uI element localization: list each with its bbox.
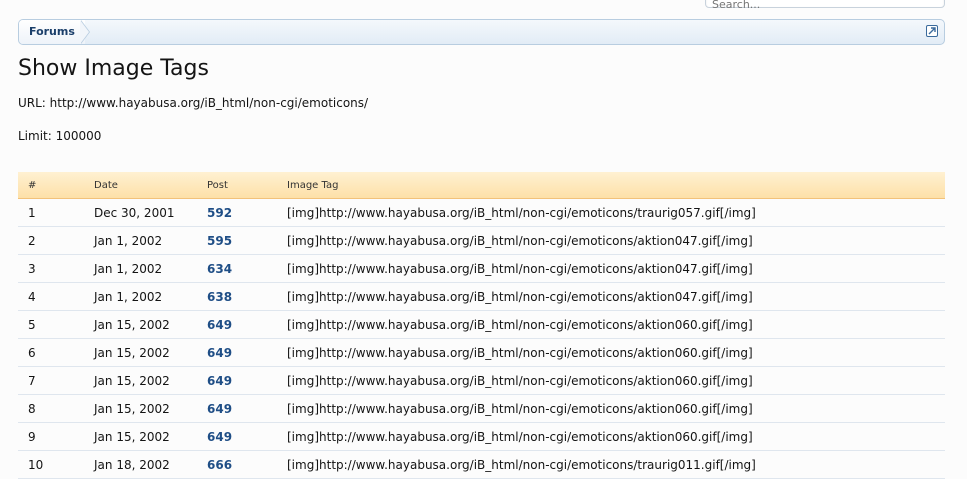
row-image-tag: [img]http://www.hayabusa.org/iB_html/non… <box>287 338 945 367</box>
row-image-tag: [img]http://www.hayabusa.org/iB_html/non… <box>287 310 945 339</box>
row-date: Jan 1, 2002 <box>94 226 207 255</box>
row-date: Jan 15, 2002 <box>94 422 207 451</box>
url-line: URL: http://www.hayabusa.org/iB_html/non… <box>18 96 369 110</box>
breadcrumb-separator-inner <box>80 20 89 44</box>
post-link[interactable]: 638 <box>207 290 232 304</box>
table-row: 5 Jan 15, 2002 649 [img]http://www.hayabusa… <box>18 310 945 339</box>
table-row: 3 Jan 1, 2002 634 [img]http://www.hayabusa.… <box>18 254 945 283</box>
post-link[interactable]: 595 <box>207 234 232 248</box>
row-post-cell: 649 <box>207 366 287 395</box>
popout-icon[interactable] <box>926 25 938 37</box>
row-post-cell: 649 <box>207 338 287 367</box>
column-header-date: Date <box>94 172 207 199</box>
row-image-tag: [img]http://www.hayabusa.org/iB_html/non… <box>287 422 945 451</box>
row-number: 6 <box>18 338 94 367</box>
search-input[interactable] <box>706 0 944 12</box>
table-row: 4 Jan 1, 2002 638 [img]http://www.hayabusa.… <box>18 282 945 311</box>
row-post-cell: 649 <box>207 422 287 451</box>
column-header-num: # <box>18 172 94 199</box>
row-number: 9 <box>18 422 94 451</box>
image-tags-table: # Date Post Image Tag 1 Dec 30, 2001 592 [i… <box>18 172 945 479</box>
row-image-tag: [img]http://www.hayabusa.org/iB_html/non… <box>287 366 945 395</box>
row-number: 1 <box>18 198 94 227</box>
row-date: Dec 30, 2001 <box>94 198 207 227</box>
row-post-cell: 666 <box>207 450 287 479</box>
row-number: 7 <box>18 366 94 395</box>
post-link[interactable]: 592 <box>207 206 232 220</box>
row-post-cell: 649 <box>207 310 287 339</box>
row-date: Jan 15, 2002 <box>94 338 207 367</box>
table-row: 9 Jan 15, 2002 649 [img]http://www.hayabusa… <box>18 422 945 451</box>
table-row: 2 Jan 1, 2002 595 [img]http://www.hayabusa.… <box>18 226 945 255</box>
row-image-tag: [img]http://www.hayabusa.org/iB_html/non… <box>287 282 945 311</box>
column-header-post: Post <box>207 172 287 199</box>
row-post-cell: 595 <box>207 226 287 255</box>
table-row: 8 Jan 15, 2002 649 [img]http://www.hayabusa… <box>18 394 945 423</box>
table-row: 7 Jan 15, 2002 649 [img]http://www.hayabusa… <box>18 366 945 395</box>
row-date: Jan 1, 2002 <box>94 282 207 311</box>
row-post-cell: 649 <box>207 394 287 423</box>
row-post-cell: 634 <box>207 254 287 283</box>
post-link[interactable]: 649 <box>207 346 232 360</box>
page-title: Show Image Tags <box>18 56 209 81</box>
row-number: 2 <box>18 226 94 255</box>
post-link[interactable]: 649 <box>207 374 232 388</box>
table-header-row: # Date Post Image Tag <box>18 172 945 199</box>
row-number: 3 <box>18 254 94 283</box>
row-date: Jan 15, 2002 <box>94 394 207 423</box>
breadcrumb: Forums <box>18 19 945 45</box>
post-link[interactable]: 666 <box>207 458 232 472</box>
post-link[interactable]: 634 <box>207 262 232 276</box>
post-link[interactable]: 649 <box>207 402 232 416</box>
table-row: 6 Jan 15, 2002 649 [img]http://www.hayabusa… <box>18 338 945 367</box>
limit-line: Limit: 100000 <box>18 129 102 143</box>
row-date: Jan 15, 2002 <box>94 310 207 339</box>
post-link[interactable]: 649 <box>207 430 232 444</box>
column-header-image-tag: Image Tag <box>287 172 945 199</box>
row-number: 10 <box>18 450 94 479</box>
row-number: 8 <box>18 394 94 423</box>
table-row: 1 Dec 30, 2001 592 [img]http://www.hayabusa… <box>18 198 945 227</box>
row-image-tag: [img]http://www.hayabusa.org/iB_html/non… <box>287 394 945 423</box>
breadcrumb-item-forums[interactable]: Forums <box>19 20 85 44</box>
row-post-cell: 638 <box>207 282 287 311</box>
row-post-cell: 592 <box>207 198 287 227</box>
row-date: Jan 1, 2002 <box>94 254 207 283</box>
row-number: 4 <box>18 282 94 311</box>
post-link[interactable]: 649 <box>207 318 232 332</box>
row-image-tag: [img]http://www.hayabusa.org/iB_html/non… <box>287 254 945 283</box>
row-number: 5 <box>18 310 94 339</box>
row-date: Jan 18, 2002 <box>94 450 207 479</box>
table-row: 10 Jan 18, 2002 666 [img]http://www.hayabus… <box>18 450 945 479</box>
search-box[interactable] <box>705 0 945 12</box>
row-image-tag: [img]http://www.hayabusa.org/iB_html/non… <box>287 198 945 227</box>
row-image-tag: [img]http://www.hayabusa.org/iB_html/non… <box>287 226 945 255</box>
row-date: Jan 15, 2002 <box>94 366 207 395</box>
row-image-tag: [img]http://www.hayabusa.org/iB_html/non… <box>287 450 945 479</box>
